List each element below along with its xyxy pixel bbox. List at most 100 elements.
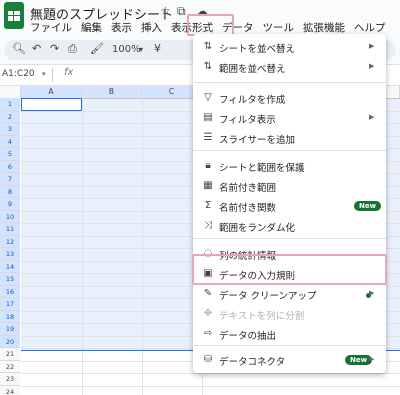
filter-icon: ▽: [204, 92, 212, 103]
row-header-24[interactable]: 24: [0, 385, 20, 395]
submenu-arrow-icon: ▶: [369, 62, 375, 70]
menu-separator: [193, 82, 386, 83]
menu-extensions[interactable]: 拡張機能: [303, 20, 345, 35]
menu-item-sort[interactable]: ⇅ シートを並べ替え ▶: [193, 38, 386, 58]
menu-item-lock[interactable]: 🔒︎ シートと範囲を保護: [193, 157, 386, 177]
row-header-17[interactable]: 17: [0, 298, 20, 311]
paint-format-icon[interactable]: 🖌︎: [90, 42, 104, 55]
menu-item-label: テキストを列に分割: [219, 311, 305, 322]
row-header-8[interactable]: 8: [0, 185, 20, 198]
row-header-2[interactable]: 2: [0, 110, 20, 123]
menu-item-database[interactable]: ⛁ データコネクタ New ▶: [193, 351, 386, 371]
menu-item-label: シートと範囲を保護: [219, 163, 305, 174]
menu-edit[interactable]: 編集: [81, 20, 102, 35]
search-icon[interactable]: 🔍︎: [12, 42, 26, 55]
menu-item-shuffle[interactable]: ⤨ 範囲をランダム化: [193, 217, 386, 237]
redo-icon[interactable]: ↷: [50, 42, 59, 55]
row-header-15[interactable]: 15: [0, 273, 20, 286]
menu-item-cleanup[interactable]: ✎ データ クリーンアップ ▶: [193, 285, 386, 305]
divider: [52, 68, 53, 82]
row-header-14[interactable]: 14: [0, 260, 20, 273]
row-header-6[interactable]: 6: [0, 160, 20, 173]
row-header-5[interactable]: 5: [0, 148, 20, 161]
select-all-corner[interactable]: [0, 86, 21, 98]
grid-line: [21, 385, 400, 387]
active-cell[interactable]: [21, 98, 82, 111]
undo-icon[interactable]: ↶: [32, 42, 41, 55]
menu-separator: [193, 238, 386, 239]
zoom-select[interactable]: 100%: [112, 44, 141, 55]
menu-view[interactable]: 表示: [111, 20, 132, 35]
lock-icon: 🔒︎: [205, 160, 211, 171]
row-header-20[interactable]: 20: [0, 335, 20, 348]
menu-item-label: データの抽出: [219, 331, 277, 342]
sigma-icon: Σ: [204, 200, 212, 211]
sheets-logo-icon[interactable]: [4, 2, 24, 29]
menu-item-named-range[interactable]: ▦ 名前付き範囲: [193, 177, 386, 197]
menu-item-sigma[interactable]: Σ 名前付き関数 New: [193, 197, 386, 217]
submenu-arrow-icon: ▶: [369, 42, 375, 50]
print-icon[interactable]: ⎙: [68, 42, 77, 56]
extract-icon: ⇨: [203, 328, 213, 339]
menu-item-label: シートを並べ替え: [219, 44, 296, 55]
menu-file[interactable]: ファイル: [30, 20, 72, 35]
star-icon[interactable]: ☆: [160, 4, 171, 18]
chevron-down-icon[interactable]: ▾: [139, 45, 143, 54]
menu-item-sort-range[interactable]: ⇅ 範囲を並べ替え ▶: [193, 58, 386, 78]
fx-icon: fx: [64, 67, 74, 78]
row-header-16[interactable]: 16: [0, 285, 20, 298]
data-menu-dropdown: ⇅ シートを並べ替え ▶ ⇅ 範囲を並べ替え ▶ ▽ フィルタを作成 ▤ フィルタ表示 ▶ ☰ スライサ…: [193, 34, 386, 373]
menu-item-label: スライサーを追加: [219, 135, 296, 146]
shuffle-icon: ⤨: [204, 220, 212, 231]
database-icon: ⛁: [203, 354, 213, 365]
cleanup-icon: ✎: [203, 288, 213, 299]
menu-item-label: 名前付き範囲: [219, 183, 277, 194]
new-badge: New: [354, 201, 382, 211]
submenu-arrow-icon: ▶: [369, 355, 375, 363]
data-menu-highlight: [187, 14, 234, 36]
menu-item-label: フィルタ表示: [219, 115, 276, 126]
data-validation-highlight: [192, 254, 387, 285]
submenu-arrow-icon: ▶: [369, 289, 375, 297]
row-header-10[interactable]: 10: [0, 210, 20, 223]
row-header-4[interactable]: 4: [0, 135, 20, 148]
menu-item-label: 名前付き関数: [219, 203, 277, 214]
menu-item-label: 範囲を並べ替え: [219, 64, 286, 75]
menu-insert[interactable]: 挿入: [141, 20, 162, 35]
row-header-23[interactable]: 23: [0, 373, 20, 386]
row-header-7[interactable]: 7: [0, 173, 20, 186]
menu-item-slicer[interactable]: ☰ スライサーを追加: [193, 129, 386, 149]
column-header-a[interactable]: A: [21, 86, 82, 98]
row-header-18[interactable]: 18: [0, 310, 20, 323]
row-header-11[interactable]: 11: [0, 223, 20, 236]
row-header-12[interactable]: 12: [0, 235, 20, 248]
menu-separator: [193, 150, 386, 151]
menu-tools[interactable]: ツール: [263, 20, 295, 35]
submenu-arrow-icon: ▶: [369, 113, 375, 121]
row-header-13[interactable]: 13: [0, 248, 20, 261]
row-header-9[interactable]: 9: [0, 198, 20, 211]
currency-icon[interactable]: ¥: [154, 42, 161, 55]
column-header-b[interactable]: B: [82, 86, 142, 98]
menu-item-label: データ クリーンアップ: [219, 291, 317, 302]
sort-icon: ⇅: [203, 41, 213, 52]
name-box[interactable]: A1:C20: [2, 69, 35, 79]
filter-view-icon: ▤: [203, 112, 213, 123]
menu-separator: [193, 345, 386, 346]
menu-item-extract[interactable]: ⇨ データの抽出: [193, 325, 386, 345]
row-header-1[interactable]: 1: [0, 98, 20, 111]
split-icon: ✥: [203, 308, 213, 319]
move-folder-icon[interactable]: ⧉: [177, 4, 186, 19]
named-range-icon: ▦: [203, 180, 213, 191]
menu-item-label: データコネクタ: [219, 357, 286, 368]
grid-line: [21, 373, 400, 374]
row-header-21[interactable]: 21: [0, 348, 20, 361]
slicer-icon: ☰: [203, 132, 213, 143]
menu-item-filter[interactable]: ▽ フィルタを作成: [193, 89, 386, 109]
menu-item-filter-view[interactable]: ▤ フィルタ表示 ▶: [193, 109, 386, 129]
row-header-3[interactable]: 3: [0, 123, 20, 136]
row-header-19[interactable]: 19: [0, 323, 20, 336]
row-header-22[interactable]: 22: [0, 360, 20, 373]
menu-help[interactable]: ヘルプ: [354, 20, 386, 35]
name-box-dropdown-icon[interactable]: ▾: [42, 70, 46, 78]
